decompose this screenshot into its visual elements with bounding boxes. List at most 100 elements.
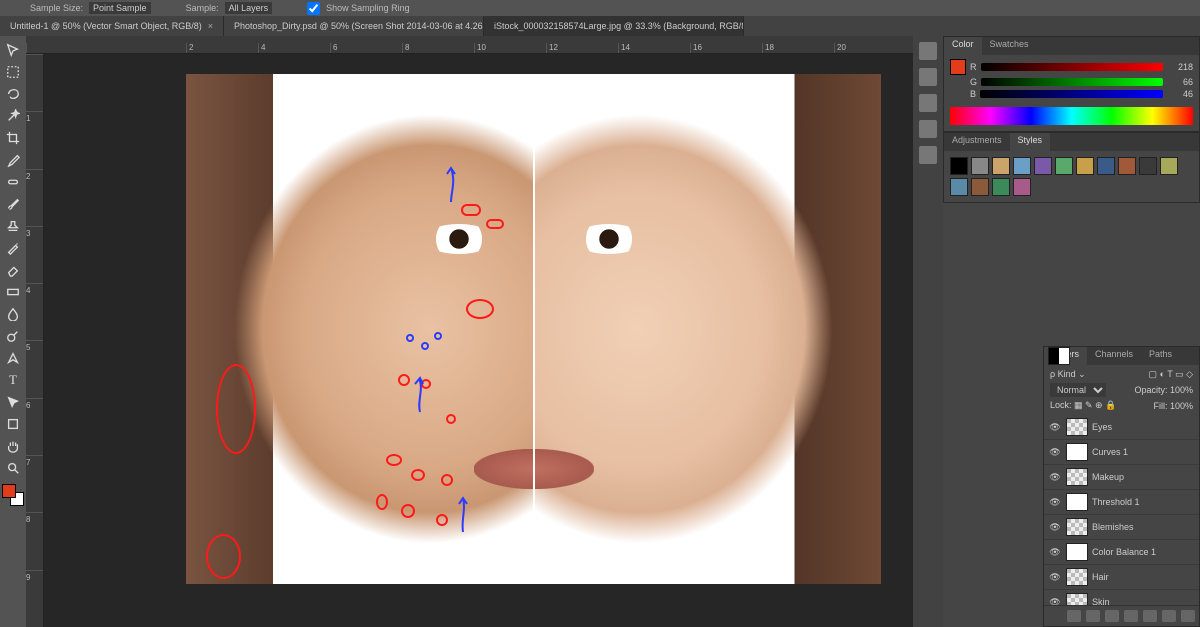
type-tool-icon[interactable]: T — [3, 370, 23, 390]
dodge-tool-icon[interactable] — [3, 326, 23, 346]
document-tab[interactable]: Photoshop_Dirty.psd @ 50% (Screen Shot 2… — [224, 16, 484, 36]
link-layers-icon[interactable] — [1067, 610, 1081, 622]
dock-icon[interactable] — [919, 146, 937, 164]
show-sampling-ring-checkbox[interactable] — [307, 2, 320, 15]
annotation-circle — [441, 474, 453, 486]
g-slider[interactable] — [981, 78, 1163, 86]
visibility-icon[interactable]: 👁 — [1048, 522, 1062, 533]
layer-row[interactable]: 👁Eyes — [1044, 415, 1199, 440]
annotation-mark — [461, 204, 481, 216]
ruler-horizontal[interactable]: 2468101214161820 — [26, 36, 913, 54]
style-swatch[interactable] — [971, 178, 989, 196]
stamp-tool-icon[interactable] — [3, 216, 23, 236]
visibility-icon[interactable]: 👁 — [1048, 547, 1062, 558]
layer-row[interactable]: 👁Threshold 1 — [1044, 490, 1199, 515]
layer-row[interactable]: 👁Hair — [1044, 565, 1199, 590]
heal-tool-icon[interactable] — [3, 172, 23, 192]
layer-filter-icons[interactable]: ▢ ◐ T ▭ ◇ — [1148, 369, 1193, 380]
style-swatch[interactable] — [1160, 157, 1178, 175]
layers-footer — [1044, 605, 1199, 626]
new-layer-icon[interactable] — [1162, 610, 1176, 622]
sample-size-label: Sample Size: — [30, 3, 83, 13]
annotation-circle — [216, 364, 256, 454]
show-sampling-ring[interactable]: Show Sampling Ring — [307, 2, 410, 15]
gradient-tool-icon[interactable] — [3, 282, 23, 302]
visibility-icon[interactable]: 👁 — [1048, 472, 1062, 483]
document-tab[interactable]: Untitled-1 @ 50% (Vector Smart Object, R… — [0, 16, 224, 36]
style-swatch[interactable] — [1055, 157, 1073, 175]
fx-icon[interactable] — [1086, 610, 1100, 622]
group-icon[interactable] — [1143, 610, 1157, 622]
eyedropper-tool-icon[interactable] — [3, 150, 23, 170]
dock-icon[interactable] — [919, 94, 937, 112]
style-swatch[interactable] — [1097, 157, 1115, 175]
dock-strip — [913, 36, 943, 627]
color-chips[interactable] — [2, 484, 24, 506]
history-brush-tool-icon[interactable] — [3, 238, 23, 258]
path-select-tool-icon[interactable] — [3, 392, 23, 412]
style-swatch[interactable] — [971, 157, 989, 175]
tab-channels[interactable]: Channels — [1087, 347, 1141, 365]
marquee-tool-icon[interactable] — [3, 62, 23, 82]
dock-icon[interactable] — [919, 68, 937, 86]
hand-tool-icon[interactable] — [3, 436, 23, 456]
sample-size-value[interactable]: Point Sample — [89, 2, 151, 14]
style-swatch[interactable] — [1013, 157, 1031, 175]
blend-mode-select[interactable]: Normal — [1050, 383, 1106, 397]
layer-row[interactable]: 👁Curves 1 — [1044, 440, 1199, 465]
visibility-icon[interactable]: 👁 — [1048, 422, 1062, 433]
style-swatch[interactable] — [1139, 157, 1157, 175]
layer-row[interactable]: 👁Skin — [1044, 590, 1199, 605]
shape-tool-icon[interactable] — [3, 414, 23, 434]
visibility-icon[interactable]: 👁 — [1048, 497, 1062, 508]
mask-icon[interactable] — [1105, 610, 1119, 622]
style-swatch[interactable] — [950, 157, 968, 175]
tab-adjustments[interactable]: Adjustments — [944, 133, 1010, 151]
annotation-circle — [398, 374, 410, 386]
annotation-circle — [446, 414, 456, 424]
style-swatch[interactable] — [1013, 178, 1031, 196]
wand-tool-icon[interactable] — [3, 106, 23, 126]
eraser-tool-icon[interactable] — [3, 260, 23, 280]
color-panel[interactable]: Color Swatches R218 G66 B46 — [943, 36, 1200, 132]
color-spectrum[interactable] — [950, 107, 1193, 125]
layer-row[interactable]: 👁Color Balance 1 — [1044, 540, 1199, 565]
r-slider[interactable] — [981, 63, 1164, 71]
visibility-icon[interactable]: 👁 — [1048, 572, 1062, 583]
style-swatch[interactable] — [1118, 157, 1136, 175]
dock-icon[interactable] — [919, 120, 937, 138]
lasso-tool-icon[interactable] — [3, 84, 23, 104]
visibility-icon[interactable]: 👁 — [1048, 597, 1062, 606]
close-icon[interactable]: × — [208, 21, 213, 31]
b-slider[interactable] — [980, 90, 1163, 98]
ruler-vertical[interactable]: 123456789 — [26, 54, 44, 627]
tab-color[interactable]: Color — [944, 37, 982, 55]
foreground-chip[interactable] — [950, 59, 966, 75]
document-tab[interactable]: iStock_000032158574Large.jpg @ 33.3% (Ba… — [484, 16, 744, 36]
styles-panel[interactable]: Adjustments Styles — [943, 132, 1200, 203]
style-swatch[interactable] — [950, 178, 968, 196]
style-swatch[interactable] — [992, 157, 1010, 175]
blur-tool-icon[interactable] — [3, 304, 23, 324]
pen-tool-icon[interactable] — [3, 348, 23, 368]
zoom-tool-icon[interactable] — [3, 458, 23, 478]
layers-panel[interactable]: Layers Channels Paths ρ Kind ⌄ ▢ ◐ T ▭ ◇… — [1043, 346, 1200, 627]
move-tool-icon[interactable] — [3, 40, 23, 60]
sample-scope-value[interactable]: All Layers — [225, 2, 273, 14]
brush-tool-icon[interactable] — [3, 194, 23, 214]
style-swatch[interactable] — [992, 178, 1010, 196]
style-swatch[interactable] — [1076, 157, 1094, 175]
annotation-mark — [486, 219, 504, 229]
document-canvas[interactable] — [186, 74, 881, 584]
tab-styles[interactable]: Styles — [1010, 133, 1051, 151]
layer-row[interactable]: 👁Blemishes — [1044, 515, 1199, 540]
visibility-icon[interactable]: 👁 — [1048, 447, 1062, 458]
tab-paths[interactable]: Paths — [1141, 347, 1180, 365]
layer-row[interactable]: 👁Makeup — [1044, 465, 1199, 490]
style-swatch[interactable] — [1034, 157, 1052, 175]
dock-icon[interactable] — [919, 42, 937, 60]
adjustment-icon[interactable] — [1124, 610, 1138, 622]
tab-swatches[interactable]: Swatches — [982, 37, 1037, 55]
crop-tool-icon[interactable] — [3, 128, 23, 148]
trash-icon[interactable] — [1181, 610, 1195, 622]
